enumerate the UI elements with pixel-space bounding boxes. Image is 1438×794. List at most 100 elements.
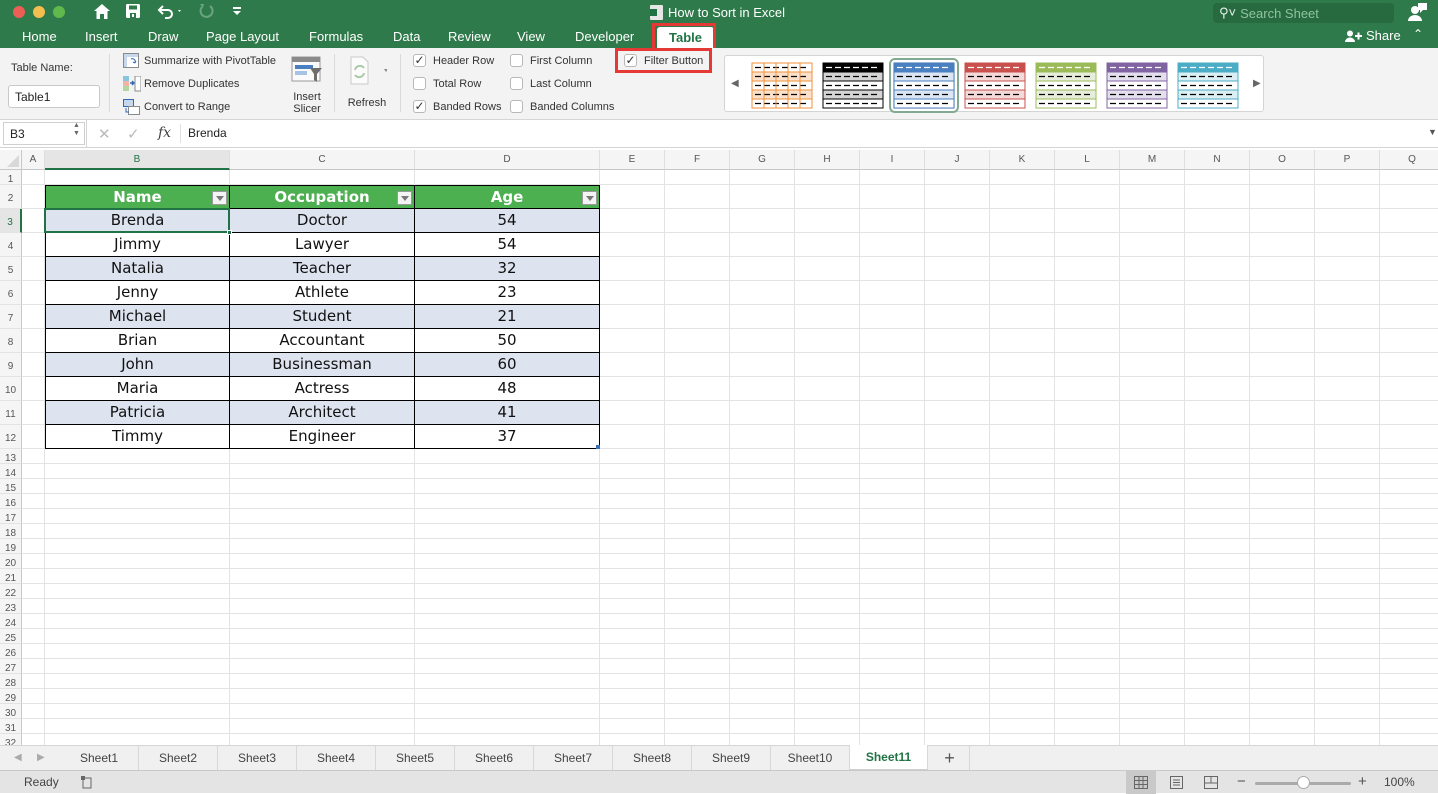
row-header-27[interactable]: 27 — [0, 659, 22, 674]
table-header-age[interactable]: Age — [415, 185, 600, 209]
row-header-17[interactable]: 17 — [0, 509, 22, 524]
table-name-input[interactable] — [8, 85, 100, 108]
summarize-pivottable-button[interactable]: Summarize with PivotTable — [123, 53, 276, 68]
zoom-slider-thumb[interactable] — [1297, 776, 1310, 789]
column-header-h[interactable]: H — [795, 150, 860, 170]
zoom-in-button[interactable]: + — [1358, 773, 1367, 790]
table-cell-name[interactable]: Natalia — [45, 257, 230, 281]
table-cell-occupation[interactable]: Engineer — [230, 425, 415, 449]
sheet-tab-sheet4[interactable]: Sheet4 — [297, 746, 376, 770]
table-cell-occupation[interactable]: Teacher — [230, 257, 415, 281]
row-header-9[interactable]: 9 — [0, 353, 22, 377]
table-cell-occupation[interactable]: Athlete — [230, 281, 415, 305]
tab-home[interactable]: Home — [22, 26, 57, 47]
table-header-occupation[interactable]: Occupation — [230, 185, 415, 209]
table-cell-name[interactable]: Patricia — [45, 401, 230, 425]
row-header-31[interactable]: 31 — [0, 719, 22, 734]
row-header-13[interactable]: 13 — [0, 449, 22, 464]
minimize-window-button[interactable] — [33, 6, 45, 18]
table-style-black[interactable] — [822, 62, 884, 109]
column-header-d[interactable]: D — [415, 150, 600, 170]
column-header-e[interactable]: E — [600, 150, 665, 170]
column-header-p[interactable]: P — [1315, 150, 1380, 170]
sheet-tab-sheet5[interactable]: Sheet5 — [376, 746, 455, 770]
sheet-tab-sheet3[interactable]: Sheet3 — [218, 746, 297, 770]
table-cell-age[interactable]: 32 — [415, 257, 600, 281]
column-header-m[interactable]: M — [1120, 150, 1185, 170]
table-style-blue[interactable] — [889, 58, 959, 113]
tab-data[interactable]: Data — [393, 26, 420, 47]
table-cell-occupation[interactable]: Student — [230, 305, 415, 329]
sheet-tab-sheet9[interactable]: Sheet9 — [692, 746, 771, 770]
table-cell-age[interactable]: 50 — [415, 329, 600, 353]
table-cell-occupation[interactable]: Accountant — [230, 329, 415, 353]
total-row-checkbox[interactable]: Total Row — [413, 77, 481, 90]
home-icon[interactable] — [93, 3, 111, 25]
remove-duplicates-button[interactable]: Remove Duplicates — [123, 75, 239, 92]
column-header-n[interactable]: N — [1185, 150, 1250, 170]
header-row-checkbox[interactable]: ✓ Header Row — [413, 54, 494, 67]
customize-toolbar-icon[interactable] — [231, 3, 243, 22]
fill-handle[interactable] — [227, 230, 232, 235]
expand-formula-bar-icon[interactable]: ▼ — [1428, 127, 1437, 137]
row-header-15[interactable]: 15 — [0, 479, 22, 494]
row-header-19[interactable]: 19 — [0, 539, 22, 554]
page-layout-view-button[interactable] — [1161, 771, 1191, 794]
filter-button-checkbox[interactable]: ✓ Filter Button — [624, 54, 703, 67]
table-cell-occupation[interactable]: Businessman — [230, 353, 415, 377]
zoom-out-button[interactable]: − — [1237, 773, 1246, 790]
tab-view[interactable]: View — [517, 26, 545, 47]
sheet-tab-sheet10[interactable]: Sheet10 — [771, 746, 850, 770]
table-cell-name[interactable]: Timmy — [45, 425, 230, 449]
page-break-view-button[interactable] — [1196, 771, 1226, 794]
table-resize-handle[interactable] — [596, 445, 600, 449]
table-style-purple[interactable] — [1106, 62, 1168, 109]
table-cell-name[interactable]: Jimmy — [45, 233, 230, 257]
row-header-4[interactable]: 4 — [0, 233, 22, 257]
row-header-1[interactable]: 1 — [0, 170, 22, 185]
table-cell-occupation[interactable]: Lawyer — [230, 233, 415, 257]
search-sheet-input[interactable]: ⚲˅ Search Sheet — [1213, 3, 1394, 23]
table-cell-name[interactable]: Jenny — [45, 281, 230, 305]
row-header-32[interactable]: 32 — [0, 734, 22, 745]
table-style-teal[interactable] — [1177, 62, 1239, 109]
row-header-23[interactable]: 23 — [0, 599, 22, 614]
sheet-tab-sheet2[interactable]: Sheet2 — [139, 746, 218, 770]
banded-columns-checkbox[interactable]: Banded Columns — [510, 100, 614, 113]
filter-dropdown-icon[interactable] — [212, 191, 227, 205]
first-column-checkbox[interactable]: First Column — [510, 54, 592, 67]
add-sheet-button[interactable]: + — [930, 746, 970, 770]
column-header-b[interactable]: B — [45, 150, 230, 170]
table-cell-occupation[interactable]: Doctor — [230, 209, 415, 233]
name-box-spinner-icon[interactable]: ▲ ▼ — [73, 122, 80, 138]
table-cell-age[interactable]: 41 — [415, 401, 600, 425]
save-icon[interactable] — [125, 3, 141, 24]
prev-sheet-arrow-icon[interactable]: ◀ — [14, 752, 22, 763]
column-header-c[interactable]: C — [230, 150, 415, 170]
row-header-7[interactable]: 7 — [0, 305, 22, 329]
next-sheet-arrow-icon[interactable]: ▶ — [37, 752, 45, 763]
column-header-j[interactable]: J — [925, 150, 990, 170]
last-column-checkbox[interactable]: Last Column — [510, 77, 592, 90]
tab-developer[interactable]: Developer — [575, 26, 634, 47]
filter-dropdown-icon[interactable] — [582, 191, 597, 205]
row-header-11[interactable]: 11 — [0, 401, 22, 425]
close-window-button[interactable] — [13, 6, 25, 18]
table-cell-age[interactable]: 21 — [415, 305, 600, 329]
filter-dropdown-icon[interactable] — [397, 191, 412, 205]
sheet-tab-sheet7[interactable]: Sheet7 — [534, 746, 613, 770]
table-cell-age[interactable]: 23 — [415, 281, 600, 305]
tab-draw[interactable]: Draw — [148, 26, 178, 47]
table-cell-age[interactable]: 37 — [415, 425, 600, 449]
row-header-12[interactable]: 12 — [0, 425, 22, 449]
undo-icon[interactable] — [157, 3, 185, 24]
table-header-name[interactable]: Name — [45, 185, 230, 209]
comments-profile-icon[interactable] — [1408, 3, 1428, 21]
column-header-l[interactable]: L — [1055, 150, 1120, 170]
table-cell-name[interactable]: Brenda — [45, 209, 230, 233]
gallery-next-arrow-icon[interactable]: ▶ — [1253, 78, 1261, 89]
row-header-20[interactable]: 20 — [0, 554, 22, 569]
sheet-tab-sheet6[interactable]: Sheet6 — [455, 746, 534, 770]
maximize-window-button[interactable] — [53, 6, 65, 18]
table-style-red[interactable] — [964, 62, 1026, 109]
